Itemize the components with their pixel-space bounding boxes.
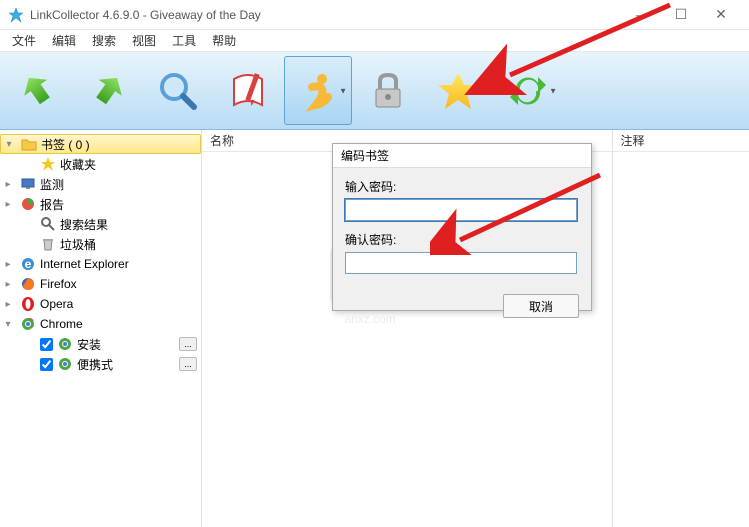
menu-view[interactable]: 视图 [124, 30, 164, 51]
tree-item-report[interactable]: ▸ 报告 [0, 194, 201, 214]
app-icon [8, 7, 24, 23]
dropdown-arrow-icon: ▼ [339, 86, 347, 95]
close-button[interactable]: ✕ [701, 1, 741, 29]
dropdown-arrow-icon: ▼ [549, 86, 557, 95]
expand-icon[interactable]: ▸ [0, 259, 16, 270]
tree-item-chrome-install[interactable]: 安装 ... [0, 334, 201, 354]
checkbox-portable[interactable] [40, 358, 53, 371]
toolbar-refresh-button[interactable]: ▼ [494, 56, 562, 125]
cancel-button[interactable]: 取消 [503, 294, 579, 318]
tree-item-ie[interactable]: ▸ e Internet Explorer [0, 254, 201, 274]
toolbar-lock-button[interactable] [354, 56, 422, 125]
dialog-body: 输入密码: 确认密码: [333, 168, 591, 294]
star-icon [40, 156, 56, 172]
tree-item-search-results[interactable]: 搜索结果 [0, 214, 201, 234]
tree-label: 书签 ( 0 ) [41, 136, 196, 153]
tree-label: Firefox [40, 277, 197, 291]
toolbar-export-button[interactable] [74, 56, 142, 125]
confirm-password-input[interactable] [345, 252, 577, 274]
menubar: 文件 编辑 搜索 视图 工具 帮助 [0, 30, 749, 52]
menu-tools[interactable]: 工具 [164, 30, 204, 51]
tree-item-favorites[interactable]: 收藏夹 [0, 154, 201, 174]
sidebar: ▾ 书签 ( 0 ) 收藏夹 ▸ 监测 ▸ 报告 [0, 130, 202, 527]
tree-label: Chrome [40, 317, 197, 331]
column-header-notes[interactable]: 注释 [613, 130, 749, 152]
svg-text:e: e [25, 257, 32, 271]
expand-icon[interactable]: ▸ [0, 279, 16, 290]
toolbar-search-button[interactable] [144, 56, 212, 125]
window-title: LinkCollector 4.6.9.0 - Giveaway of the … [30, 8, 621, 22]
more-button[interactable]: ... [179, 337, 197, 351]
expand-icon[interactable]: ▸ [0, 299, 16, 310]
toolbar-info-button[interactable]: ▼ [284, 56, 352, 125]
tree-label: Internet Explorer [40, 257, 197, 271]
toolbar: ▼ ▼ [0, 52, 749, 130]
window-controls: ─ ☐ ✕ [621, 1, 741, 29]
tree-label: 监测 [40, 176, 197, 193]
titlebar: LinkCollector 4.6.9.0 - Giveaway of the … [0, 0, 749, 30]
firefox-icon [20, 276, 36, 292]
tree-item-chrome-portable[interactable]: 便携式 ... [0, 354, 201, 374]
tree-label: 报告 [40, 196, 197, 213]
menu-search[interactable]: 搜索 [84, 30, 124, 51]
confirm-password-label: 确认密码: [345, 231, 579, 248]
tree-item-firefox[interactable]: ▸ Firefox [0, 274, 201, 294]
password-dialog: 编码书签 输入密码: 确认密码: 取消 [332, 143, 592, 311]
minimize-button[interactable]: ─ [621, 1, 661, 29]
toolbar-import-button[interactable] [4, 56, 72, 125]
menu-edit[interactable]: 编辑 [44, 30, 84, 51]
expand-icon[interactable]: ▸ [0, 199, 16, 210]
expand-icon[interactable]: ▾ [1, 139, 17, 150]
tree-item-chrome[interactable]: ▾ Chrome [0, 314, 201, 334]
tree-item-opera[interactable]: ▸ Opera [0, 294, 201, 314]
checkbox-install[interactable] [40, 338, 53, 351]
dialog-title: 编码书签 [333, 144, 591, 168]
menu-file[interactable]: 文件 [4, 30, 44, 51]
tree-item-trash[interactable]: 垃圾桶 [0, 234, 201, 254]
password-label: 输入密码: [345, 178, 579, 195]
opera-icon [20, 296, 36, 312]
tree-label: 便携式 [77, 356, 175, 373]
password-input[interactable] [345, 199, 577, 221]
tree: ▾ 书签 ( 0 ) 收藏夹 ▸ 监测 ▸ 报告 [0, 130, 201, 378]
tree-label: 搜索结果 [60, 216, 197, 233]
maximize-button[interactable]: ☐ [661, 1, 701, 29]
toolbar-star-button[interactable] [424, 56, 492, 125]
more-button[interactable]: ... [179, 357, 197, 371]
tree-item-monitor[interactable]: ▸ 监测 [0, 174, 201, 194]
list-body [613, 152, 749, 527]
expand-icon[interactable]: ▾ [0, 319, 16, 330]
tree-label: 安装 [77, 336, 175, 353]
ie-icon: e [20, 256, 36, 272]
tree-label: 收藏夹 [60, 156, 197, 173]
folder-icon [21, 136, 37, 152]
expand-icon[interactable]: ▸ [0, 179, 16, 190]
chrome-icon [57, 356, 73, 372]
search-icon [40, 216, 56, 232]
report-icon [20, 196, 36, 212]
chrome-icon [57, 336, 73, 352]
monitor-icon [20, 176, 36, 192]
tree-label: 垃圾桶 [60, 236, 197, 253]
column-notes: 注释 [613, 130, 749, 527]
trash-icon [40, 236, 56, 252]
tree-item-bookmarks[interactable]: ▾ 书签 ( 0 ) [0, 134, 201, 154]
chrome-icon [20, 316, 36, 332]
toolbar-edit-button[interactable] [214, 56, 282, 125]
menu-help[interactable]: 帮助 [204, 30, 244, 51]
tree-label: Opera [40, 297, 197, 311]
dialog-buttons: 取消 [333, 294, 591, 318]
